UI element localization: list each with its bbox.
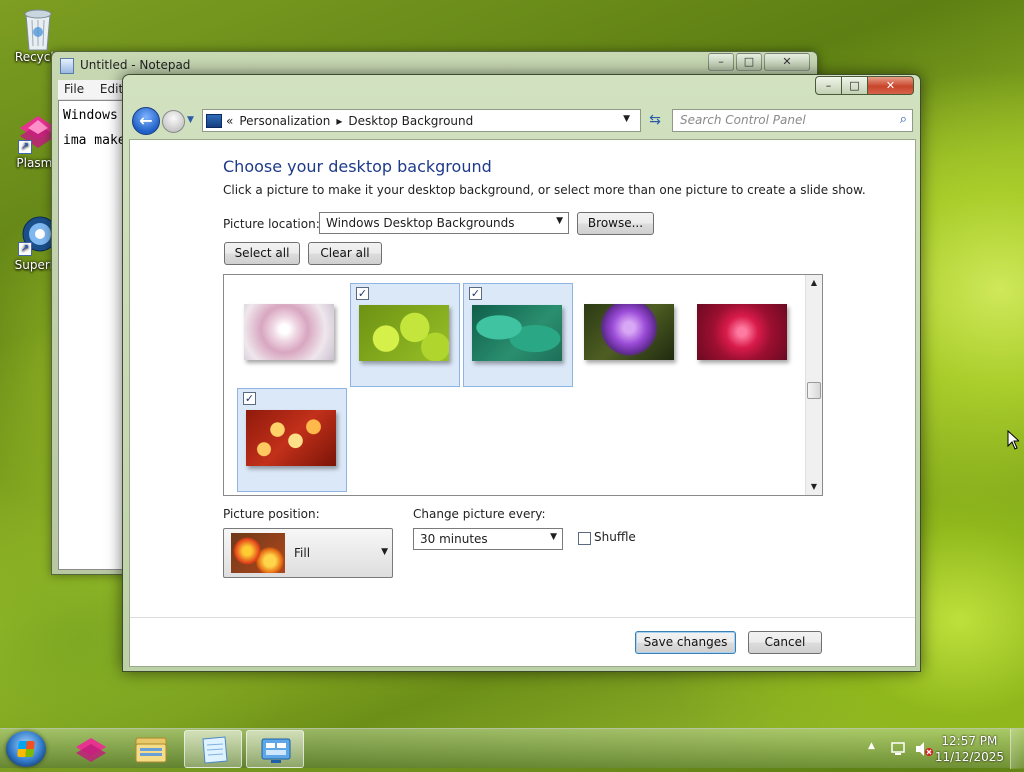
wallpaper-thumbnail[interactable]: [576, 283, 686, 387]
taskbar-notepad[interactable]: [184, 730, 242, 768]
taskbar-control-panel[interactable]: [246, 730, 304, 768]
content-pane: Choose your desktop background Click a p…: [129, 139, 916, 667]
show-desktop-button[interactable]: [1010, 729, 1024, 769]
page-title: Choose your desktop background: [223, 157, 492, 176]
address-dropdown-icon[interactable]: ▼: [623, 114, 630, 124]
page-description: Click a picture to make it your desktop …: [223, 183, 866, 197]
control-panel-icon: [206, 113, 222, 128]
notepad-maximize-button[interactable]: □: [736, 53, 762, 71]
clock-date: 11/12/2025: [934, 750, 1004, 764]
picture-position-label: Picture position:: [223, 507, 320, 521]
navigation-bar: ← ▼ « Personalization ▸ Desktop Backgrou…: [129, 105, 916, 137]
windows-logo-icon: [17, 741, 35, 757]
change-picture-value: 30 minutes: [420, 532, 488, 546]
refresh-button[interactable]: ⇆: [644, 110, 666, 132]
scroll-up-icon[interactable]: ▲: [806, 275, 822, 291]
save-changes-button[interactable]: Save changes: [635, 631, 736, 654]
chevron-down-icon: ▼: [550, 532, 557, 542]
notepad-minimize-button[interactable]: –: [708, 53, 734, 71]
scroll-down-icon[interactable]: ▼: [806, 479, 822, 495]
change-picture-interval-select[interactable]: 30 minutes ▼: [413, 528, 563, 550]
wallpaper-thumbnail[interactable]: ✓: [350, 283, 460, 387]
tray-show-hidden-icon[interactable]: ▲: [868, 741, 875, 751]
taskbar-plasma[interactable]: [62, 730, 120, 768]
browse-button[interactable]: Browse...: [577, 212, 654, 235]
green-leaves-image: [472, 305, 562, 361]
select-all-button[interactable]: Select all: [224, 242, 300, 265]
clock-time: 12:57 PM: [941, 734, 998, 748]
desktop-background-window[interactable]: – □ ✕ ← ▼ « Personalization ▸ Desktop Ba…: [122, 74, 921, 672]
close-button[interactable]: ✕: [868, 76, 914, 95]
shortcut-arrow-icon: ↗: [18, 140, 32, 154]
cancel-button[interactable]: Cancel: [748, 631, 822, 654]
picture-position-select[interactable]: Fill ▼: [223, 528, 393, 578]
notepad-icon: [202, 736, 228, 764]
maximize-button[interactable]: □: [842, 76, 868, 95]
scroll-thumb[interactable]: [807, 382, 821, 399]
thumbnail-checkbox[interactable]: ✓: [469, 287, 482, 300]
wallpaper-thumbnail[interactable]: [689, 283, 799, 387]
shortcut-arrow-icon: ↗: [18, 242, 32, 256]
search-input[interactable]: Search Control Panel ⌕: [672, 109, 913, 132]
network-icon[interactable]: [890, 740, 908, 758]
breadcrumb-desktop-background[interactable]: Desktop Background: [348, 114, 473, 128]
change-picture-label: Change picture every:: [413, 507, 546, 521]
search-icon[interactable]: ⌕: [900, 112, 907, 127]
position-preview-image: [231, 533, 285, 573]
volume-muted-icon[interactable]: [914, 740, 934, 758]
purple-thistle-image: [584, 304, 674, 360]
shuffle-checkbox[interactable]: [578, 532, 591, 545]
picture-location-label: Picture location:: [223, 217, 320, 231]
notepad-icon: [60, 58, 74, 74]
notepad-close-button[interactable]: ✕: [764, 53, 810, 71]
picture-location-value: Windows Desktop Backgrounds: [326, 216, 515, 230]
gallery-scrollbar[interactable]: ▲ ▼: [805, 275, 822, 495]
address-bar[interactable]: « Personalization ▸ Desktop Background ▼: [202, 109, 641, 132]
wallpaper-thumbnail[interactable]: ✓: [237, 388, 347, 492]
taskbar: ▲ 12:57 PM 11/12/2025: [0, 728, 1024, 769]
red-dahlia-image: [697, 304, 787, 360]
shuffle-label: Shuffle: [594, 530, 636, 544]
start-button[interactable]: [6, 731, 46, 767]
breadcrumb-separator-icon: ▸: [336, 113, 343, 128]
picture-location-select[interactable]: Windows Desktop Backgrounds ▼: [319, 212, 569, 234]
refresh-icon: ⇆: [649, 112, 661, 128]
taskbar-explorer[interactable]: [122, 730, 180, 768]
white-flower-image: [244, 304, 334, 360]
notepad-menu-file[interactable]: File: [58, 80, 90, 98]
search-placeholder: Search Control Panel: [680, 113, 806, 127]
autumn-leaves-image: [246, 410, 336, 466]
minimize-button[interactable]: –: [815, 76, 842, 95]
back-button[interactable]: ←: [132, 107, 160, 135]
mouse-cursor-icon: [1007, 430, 1019, 450]
back-arrow-icon: ←: [139, 111, 153, 130]
folder-icon: [135, 737, 167, 763]
picture-gallery: ✓ ✓ ✓ ▲ ▼: [223, 274, 823, 496]
green-bubbles-image: [359, 305, 449, 361]
recycle-bin-icon: [18, 6, 58, 51]
breadcrumb-personalization[interactable]: Personalization: [239, 114, 330, 128]
clock[interactable]: 12:57 PM 11/12/2025: [935, 733, 1004, 765]
breadcrumb-prefix[interactable]: «: [226, 114, 233, 128]
picture-position-value: Fill: [294, 546, 311, 560]
plasma-icon: [76, 738, 106, 762]
thumbnail-checkbox[interactable]: ✓: [356, 287, 369, 300]
thumbnail-checkbox[interactable]: ✓: [243, 392, 256, 405]
forward-button[interactable]: [162, 110, 185, 133]
control-panel-icon: [261, 738, 291, 763]
recent-pages-dropdown[interactable]: ▼: [187, 115, 197, 125]
chevron-down-icon: ▼: [381, 547, 388, 557]
wallpaper-thumbnail[interactable]: [236, 283, 346, 387]
chevron-down-icon: ▼: [556, 216, 563, 226]
notepad-title: Untitled - Notepad: [80, 58, 191, 72]
wallpaper-thumbnail[interactable]: ✓: [463, 283, 573, 387]
footer-divider: [130, 617, 915, 618]
clear-all-button[interactable]: Clear all: [308, 242, 382, 265]
